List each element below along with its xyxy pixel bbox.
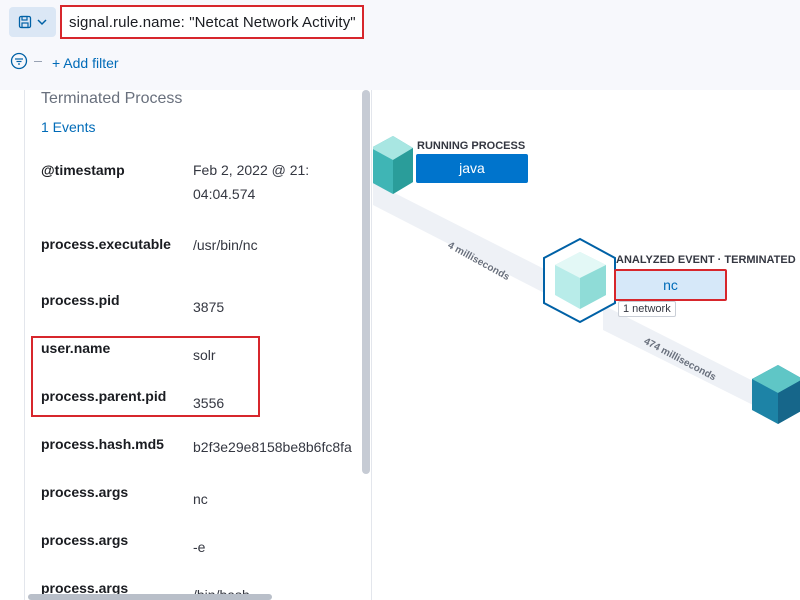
filter-divider bbox=[34, 61, 42, 62]
events-link[interactable]: 1 Events bbox=[41, 119, 95, 135]
filter-icon[interactable] bbox=[10, 52, 28, 70]
field-value: -e bbox=[193, 539, 206, 555]
saved-query-button[interactable] bbox=[9, 7, 56, 37]
analyzed-event-node-button[interactable]: nc bbox=[614, 269, 727, 301]
field-value: b2f3e29e8158be8b6fc8fa bbox=[193, 439, 352, 455]
field-value: 3875 bbox=[193, 299, 225, 315]
running-process-label: RUNNING PROCESS bbox=[417, 140, 526, 152]
field-value: /usr/bin/nc bbox=[193, 237, 258, 253]
graph-edge bbox=[373, 182, 558, 300]
field-key: process.executable bbox=[41, 236, 171, 252]
add-filter-button[interactable]: + Add filter bbox=[52, 55, 119, 71]
running-process-node-button[interactable]: java bbox=[416, 154, 528, 183]
network-events-badge[interactable]: 1 network bbox=[618, 301, 676, 317]
field-value: Feb 2, 2022 @ 21: 04:04.574 bbox=[193, 162, 310, 202]
field-key: @timestamp bbox=[41, 162, 125, 178]
field-value: nc bbox=[193, 491, 208, 507]
process-graph[interactable]: 4 milliseconds 474 milliseconds RUNNING … bbox=[373, 90, 800, 600]
analyzed-event-label: ANALYZED EVENT · TERMINATED bbox=[616, 254, 796, 266]
highlight-annotation-box bbox=[31, 336, 260, 417]
query-text: signal.rule.name: "Netcat Network Activi… bbox=[69, 14, 356, 31]
panel-title: Terminated Process bbox=[41, 90, 183, 107]
field-key: process.pid bbox=[41, 292, 120, 308]
chevron-down-icon bbox=[36, 19, 47, 26]
child-process-cube-icon[interactable] bbox=[752, 365, 800, 424]
search-query-input[interactable]: signal.rule.name: "Netcat Network Activi… bbox=[60, 5, 364, 39]
query-bar: signal.rule.name: "Netcat Network Activi… bbox=[0, 0, 800, 90]
field-key: process.args bbox=[41, 484, 129, 500]
save-icon bbox=[18, 15, 31, 29]
vertical-scrollbar[interactable] bbox=[362, 90, 370, 474]
analyzed-event-cube-icon[interactable] bbox=[543, 237, 616, 324]
horizontal-scrollbar[interactable] bbox=[28, 594, 272, 600]
field-key: process.args bbox=[41, 532, 129, 548]
running-process-cube-icon[interactable] bbox=[373, 136, 413, 194]
field-key: process.hash.md5 bbox=[41, 436, 164, 452]
